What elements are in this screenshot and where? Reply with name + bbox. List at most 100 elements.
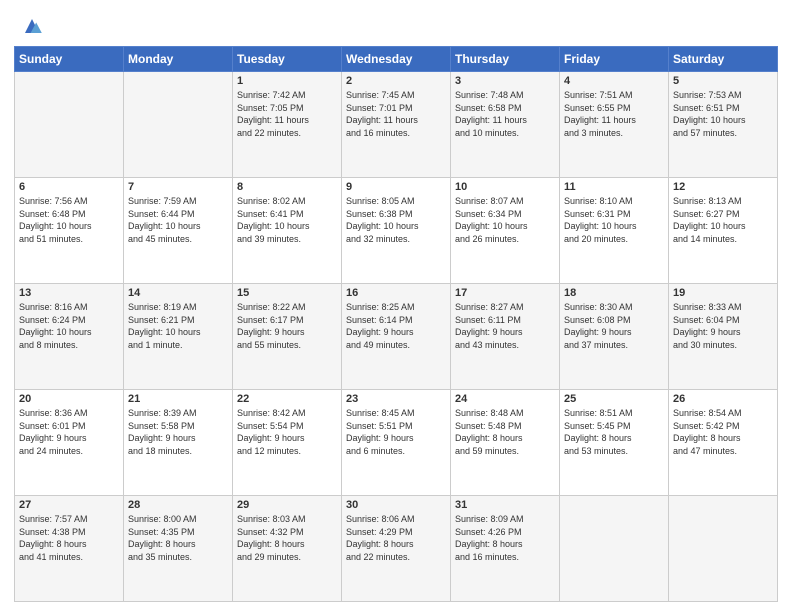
calendar-cell: 8 Sunrise: 8:02 AM Sunset: 6:41 PM Daylig… [233, 178, 342, 284]
day-number: 20 [19, 393, 119, 405]
day-info: Sunrise: 7:59 AM Sunset: 6:44 PM Dayligh… [128, 195, 228, 245]
calendar-cell: 17 Sunrise: 8:27 AM Sunset: 6:11 PM Dayli… [451, 284, 560, 390]
day-header-tuesday: Tuesday [233, 47, 342, 72]
day-header-sunday: Sunday [15, 47, 124, 72]
day-info: Sunrise: 8:36 AM Sunset: 6:01 PM Dayligh… [19, 407, 119, 457]
calendar-cell [560, 496, 669, 602]
day-info: Sunrise: 8:16 AM Sunset: 6:24 PM Dayligh… [19, 301, 119, 351]
calendar-cell: 29 Sunrise: 8:03 AM Sunset: 4:32 PM Dayli… [233, 496, 342, 602]
day-number: 4 [564, 75, 664, 87]
calendar-cell: 20 Sunrise: 8:36 AM Sunset: 6:01 PM Dayli… [15, 390, 124, 496]
logo [14, 14, 46, 40]
day-info: Sunrise: 8:10 AM Sunset: 6:31 PM Dayligh… [564, 195, 664, 245]
day-header-wednesday: Wednesday [342, 47, 451, 72]
calendar-cell [124, 72, 233, 178]
page: SundayMondayTuesdayWednesdayThursdayFrid… [0, 0, 792, 612]
calendar-cell: 12 Sunrise: 8:13 AM Sunset: 6:27 PM Dayli… [669, 178, 778, 284]
day-info: Sunrise: 8:02 AM Sunset: 6:41 PM Dayligh… [237, 195, 337, 245]
calendar-cell: 10 Sunrise: 8:07 AM Sunset: 6:34 PM Dayli… [451, 178, 560, 284]
day-number: 2 [346, 75, 446, 87]
calendar-week-1: 1 Sunrise: 7:42 AM Sunset: 7:05 PM Daylig… [15, 72, 778, 178]
day-number: 3 [455, 75, 555, 87]
day-number: 6 [19, 181, 119, 193]
day-number: 21 [128, 393, 228, 405]
calendar-table: SundayMondayTuesdayWednesdayThursdayFrid… [14, 46, 778, 602]
day-number: 8 [237, 181, 337, 193]
header [14, 10, 778, 40]
day-info: Sunrise: 7:53 AM Sunset: 6:51 PM Dayligh… [673, 89, 773, 139]
day-header-monday: Monday [124, 47, 233, 72]
day-header-thursday: Thursday [451, 47, 560, 72]
day-info: Sunrise: 7:42 AM Sunset: 7:05 PM Dayligh… [237, 89, 337, 139]
calendar-cell: 22 Sunrise: 8:42 AM Sunset: 5:54 PM Dayli… [233, 390, 342, 496]
day-info: Sunrise: 7:57 AM Sunset: 4:38 PM Dayligh… [19, 513, 119, 563]
calendar-cell: 14 Sunrise: 8:19 AM Sunset: 6:21 PM Dayli… [124, 284, 233, 390]
calendar-cell: 19 Sunrise: 8:33 AM Sunset: 6:04 PM Dayli… [669, 284, 778, 390]
day-info: Sunrise: 8:22 AM Sunset: 6:17 PM Dayligh… [237, 301, 337, 351]
day-info: Sunrise: 8:45 AM Sunset: 5:51 PM Dayligh… [346, 407, 446, 457]
day-info: Sunrise: 7:45 AM Sunset: 7:01 PM Dayligh… [346, 89, 446, 139]
day-number: 12 [673, 181, 773, 193]
day-number: 11 [564, 181, 664, 193]
day-info: Sunrise: 8:00 AM Sunset: 4:35 PM Dayligh… [128, 513, 228, 563]
day-number: 27 [19, 499, 119, 511]
day-number: 31 [455, 499, 555, 511]
day-number: 16 [346, 287, 446, 299]
calendar-cell: 21 Sunrise: 8:39 AM Sunset: 5:58 PM Dayli… [124, 390, 233, 496]
day-number: 22 [237, 393, 337, 405]
day-info: Sunrise: 8:03 AM Sunset: 4:32 PM Dayligh… [237, 513, 337, 563]
day-info: Sunrise: 7:48 AM Sunset: 6:58 PM Dayligh… [455, 89, 555, 139]
calendar-cell: 23 Sunrise: 8:45 AM Sunset: 5:51 PM Dayli… [342, 390, 451, 496]
calendar-cell: 9Sunrise: 8:05 AM Sunset: 6:38 PM Daylig… [342, 178, 451, 284]
day-info: Sunrise: 8:42 AM Sunset: 5:54 PM Dayligh… [237, 407, 337, 457]
calendar-cell: 4 Sunrise: 7:51 AM Sunset: 6:55 PM Daylig… [560, 72, 669, 178]
calendar-cell [669, 496, 778, 602]
calendar-cell: 5Sunrise: 7:53 AM Sunset: 6:51 PM Daylig… [669, 72, 778, 178]
day-number: 13 [19, 287, 119, 299]
calendar-cell: 3 Sunrise: 7:48 AM Sunset: 6:58 PM Daylig… [451, 72, 560, 178]
day-number: 15 [237, 287, 337, 299]
calendar-week-4: 20 Sunrise: 8:36 AM Sunset: 6:01 PM Dayli… [15, 390, 778, 496]
day-number: 17 [455, 287, 555, 299]
day-header-friday: Friday [560, 47, 669, 72]
day-number: 9 [346, 181, 446, 193]
day-info: Sunrise: 8:09 AM Sunset: 4:26 PM Dayligh… [455, 513, 555, 563]
day-number: 30 [346, 499, 446, 511]
day-info: Sunrise: 8:39 AM Sunset: 5:58 PM Dayligh… [128, 407, 228, 457]
day-number: 14 [128, 287, 228, 299]
day-number: 29 [237, 499, 337, 511]
calendar-cell: 11 Sunrise: 8:10 AM Sunset: 6:31 PM Dayli… [560, 178, 669, 284]
day-number: 23 [346, 393, 446, 405]
day-info: Sunrise: 8:25 AM Sunset: 6:14 PM Dayligh… [346, 301, 446, 351]
day-info: Sunrise: 8:19 AM Sunset: 6:21 PM Dayligh… [128, 301, 228, 351]
calendar-cell: 26 Sunrise: 8:54 AM Sunset: 5:42 PM Dayli… [669, 390, 778, 496]
calendar-cell: 30 Sunrise: 8:06 AM Sunset: 4:29 PM Dayli… [342, 496, 451, 602]
day-info: Sunrise: 8:33 AM Sunset: 6:04 PM Dayligh… [673, 301, 773, 351]
day-number: 19 [673, 287, 773, 299]
calendar-cell: 18Sunrise: 8:30 AM Sunset: 6:08 PM Dayli… [560, 284, 669, 390]
day-info: Sunrise: 8:06 AM Sunset: 4:29 PM Dayligh… [346, 513, 446, 563]
calendar-cell: 13 Sunrise: 8:16 AM Sunset: 6:24 PM Dayli… [15, 284, 124, 390]
day-number: 26 [673, 393, 773, 405]
day-number: 18 [564, 287, 664, 299]
day-info: Sunrise: 8:13 AM Sunset: 6:27 PM Dayligh… [673, 195, 773, 245]
day-number: 7 [128, 181, 228, 193]
calendar-cell: 28 Sunrise: 8:00 AM Sunset: 4:35 PM Dayli… [124, 496, 233, 602]
day-info: Sunrise: 7:51 AM Sunset: 6:55 PM Dayligh… [564, 89, 664, 139]
day-number: 28 [128, 499, 228, 511]
day-number: 1 [237, 75, 337, 87]
calendar-header-row: SundayMondayTuesdayWednesdayThursdayFrid… [15, 47, 778, 72]
day-info: Sunrise: 8:54 AM Sunset: 5:42 PM Dayligh… [673, 407, 773, 457]
calendar-cell: 16 Sunrise: 8:25 AM Sunset: 6:14 PM Dayli… [342, 284, 451, 390]
calendar-cell: 7 Sunrise: 7:59 AM Sunset: 6:44 PM Daylig… [124, 178, 233, 284]
day-info: Sunrise: 8:07 AM Sunset: 6:34 PM Dayligh… [455, 195, 555, 245]
day-number: 10 [455, 181, 555, 193]
day-info: Sunrise: 8:48 AM Sunset: 5:48 PM Dayligh… [455, 407, 555, 457]
calendar-cell: 2 Sunrise: 7:45 AM Sunset: 7:01 PM Daylig… [342, 72, 451, 178]
calendar-cell: 1 Sunrise: 7:42 AM Sunset: 7:05 PM Daylig… [233, 72, 342, 178]
day-number: 24 [455, 393, 555, 405]
day-info: Sunrise: 8:27 AM Sunset: 6:11 PM Dayligh… [455, 301, 555, 351]
calendar-week-2: 6Sunrise: 7:56 AM Sunset: 6:48 PM Daylig… [15, 178, 778, 284]
day-header-saturday: Saturday [669, 47, 778, 72]
calendar-cell: 15 Sunrise: 8:22 AM Sunset: 6:17 PM Dayli… [233, 284, 342, 390]
